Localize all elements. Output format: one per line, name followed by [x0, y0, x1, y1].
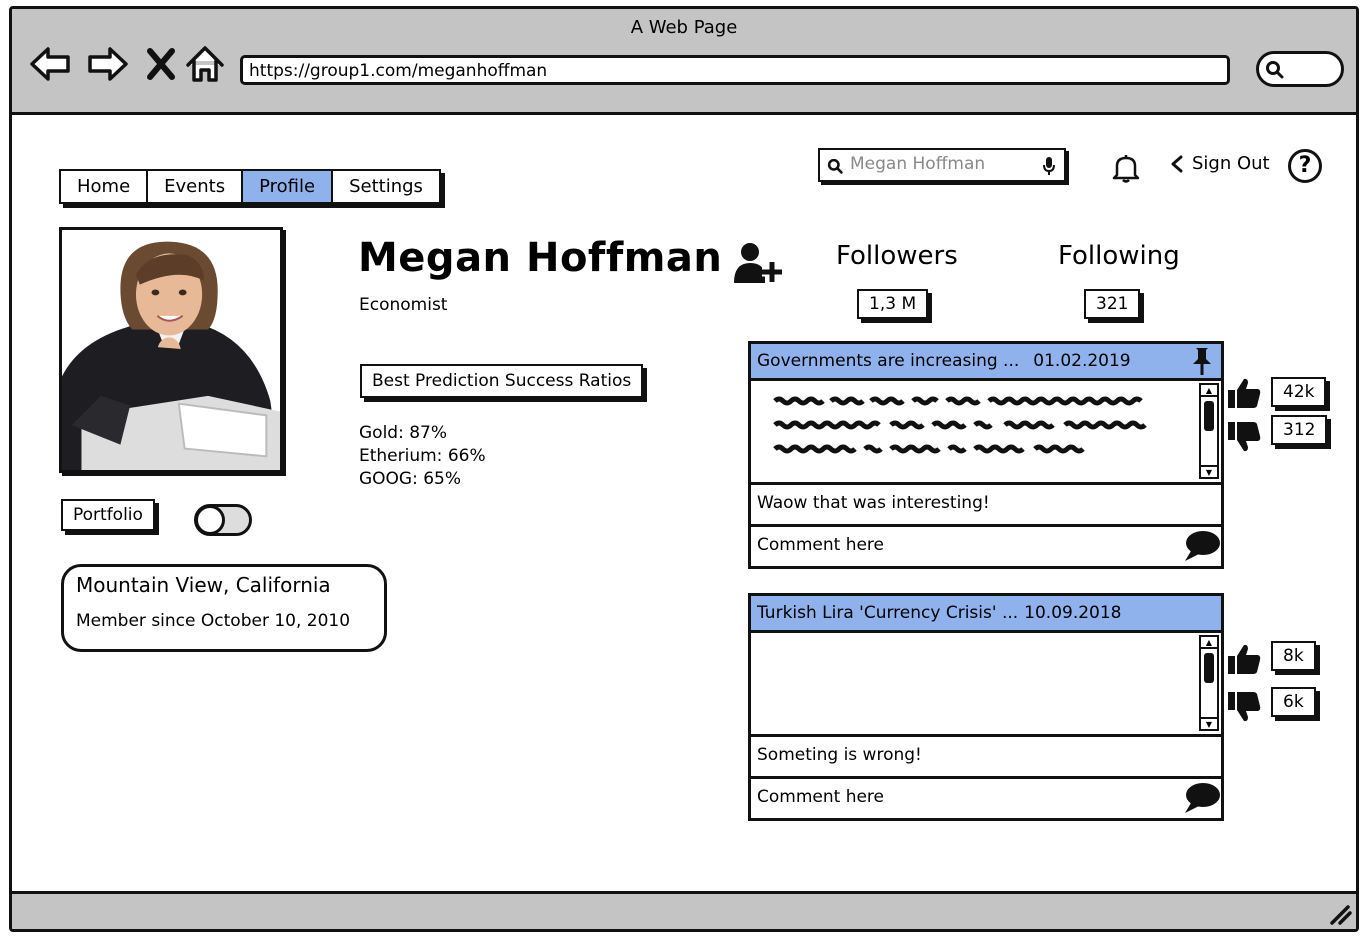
- followers-label: Followers: [836, 241, 958, 271]
- status-bar: [12, 891, 1356, 929]
- followers-count[interactable]: 1,3 M: [857, 289, 929, 319]
- tab-profile[interactable]: Profile: [243, 171, 334, 202]
- dislike-count: 6k: [1271, 687, 1316, 717]
- search-icon: [827, 158, 843, 174]
- scroll-up-arrow[interactable]: ▲: [1201, 637, 1217, 649]
- scroll-down-arrow[interactable]: ▼: [1201, 465, 1217, 477]
- profile-photo: [59, 227, 283, 473]
- comment-input[interactable]: Comment here: [748, 779, 1224, 821]
- profile-profession: Economist: [359, 295, 448, 315]
- comment-bubble-icon[interactable]: [1183, 529, 1221, 563]
- people-search-input[interactable]: Megan Hoffman: [818, 148, 1066, 182]
- bell-icon[interactable]: [1112, 153, 1140, 183]
- close-icon[interactable]: [138, 41, 184, 87]
- post-card: Turkish Lira 'Currency Crisis' ... 10.09.…: [748, 593, 1224, 821]
- member-since-text: Member since October 10, 2010: [76, 611, 351, 631]
- post-scrollbar[interactable]: ▲ ▼: [1199, 383, 1219, 479]
- post-reply: Someting is wrong!: [748, 737, 1224, 779]
- chevron-left-icon: [1171, 155, 1183, 172]
- back-arrow-icon[interactable]: [28, 41, 74, 87]
- help-icon[interactable]: ?: [1288, 149, 1322, 183]
- comment-bubble-icon[interactable]: [1183, 781, 1221, 815]
- thumbs-down-icon[interactable]: [1226, 419, 1262, 455]
- post-header[interactable]: Governments are increasing ... 01.02.2019: [748, 341, 1224, 381]
- ratio-item: GOOG: 65%: [359, 469, 462, 489]
- thumbs-down-icon[interactable]: [1226, 689, 1262, 725]
- post-header[interactable]: Turkish Lira 'Currency Crisis' ... 10.09.…: [748, 593, 1224, 633]
- scroll-up-arrow[interactable]: ▲: [1201, 385, 1217, 397]
- following-count[interactable]: 321: [1084, 289, 1141, 319]
- location-card: Mountain View, California Member since O…: [61, 564, 387, 652]
- browser-window: A Web Page https://group1.com/meganhoffm…: [9, 6, 1359, 932]
- address-bar[interactable]: https://group1.com/meganhoffman: [240, 55, 1230, 85]
- home-icon[interactable]: [182, 41, 228, 87]
- post-reply: Waow that was interesting!: [748, 485, 1224, 527]
- resize-grip-icon[interactable]: [1326, 903, 1352, 925]
- dislike-count: 312: [1271, 415, 1328, 445]
- comment-placeholder: Comment here: [757, 535, 885, 555]
- post-date: 01.02.2019: [1033, 351, 1131, 371]
- scroll-thumb[interactable]: [1204, 653, 1214, 683]
- tab-home[interactable]: Home: [61, 171, 149, 202]
- following-label: Following: [1058, 241, 1180, 271]
- best-prediction-button[interactable]: Best Prediction Success Ratios: [360, 364, 644, 398]
- portfolio-toggle[interactable]: [194, 504, 252, 536]
- browser-search-field[interactable]: [1256, 51, 1344, 87]
- comment-placeholder: Comment here: [757, 787, 885, 807]
- scroll-thumb[interactable]: [1204, 401, 1214, 431]
- browser-chrome: A Web Page https://group1.com/meganhoffm…: [12, 9, 1356, 115]
- location-text: Mountain View, California: [76, 573, 331, 597]
- sign-out-label: Sign Out: [1192, 153, 1270, 174]
- microphone-icon[interactable]: [1042, 156, 1056, 176]
- post-date: 10.09.2018: [1024, 603, 1122, 623]
- search-icon: [1266, 61, 1284, 79]
- like-count: 8k: [1271, 641, 1316, 671]
- post-card: Governments are increasing ... 01.02.2019…: [748, 341, 1224, 569]
- pin-icon[interactable]: [1189, 346, 1215, 376]
- prediction-ratios: Gold: 87% Etherium: 66% GOOG: 65%: [359, 422, 486, 491]
- forward-arrow-icon[interactable]: [84, 41, 130, 87]
- sign-out-link[interactable]: Sign Out: [1170, 153, 1270, 174]
- window-title: A Web Page: [630, 17, 738, 38]
- tab-settings[interactable]: Settings: [333, 171, 439, 202]
- add-friend-icon[interactable]: [732, 241, 784, 285]
- toggle-knob: [195, 505, 225, 535]
- post-body: ▲ ▼: [748, 633, 1224, 737]
- thumbs-up-icon[interactable]: [1226, 375, 1262, 411]
- thumbs-up-icon[interactable]: [1226, 641, 1262, 677]
- portfolio-button[interactable]: Portfolio: [61, 499, 155, 531]
- tab-events[interactable]: Events: [148, 171, 244, 202]
- profile-name: Megan Hoffman: [358, 235, 723, 281]
- ratio-item: Gold: 87%: [359, 423, 448, 443]
- ratio-item: Etherium: 66%: [359, 446, 486, 466]
- scroll-down-arrow[interactable]: ▼: [1201, 717, 1217, 729]
- post-body: ▲ ▼: [748, 381, 1224, 485]
- post-title: Governments are increasing ...: [757, 351, 1020, 371]
- post-title: Turkish Lira 'Currency Crisis' ...: [757, 603, 1019, 623]
- post-scrollbar[interactable]: ▲ ▼: [1199, 635, 1219, 731]
- post-text-placeholder: [773, 396, 1147, 454]
- main-nav: Home Events Profile Settings: [59, 169, 441, 204]
- search-placeholder: Megan Hoffman: [850, 154, 986, 174]
- like-count: 42k: [1271, 377, 1327, 407]
- comment-input[interactable]: Comment here: [748, 527, 1224, 569]
